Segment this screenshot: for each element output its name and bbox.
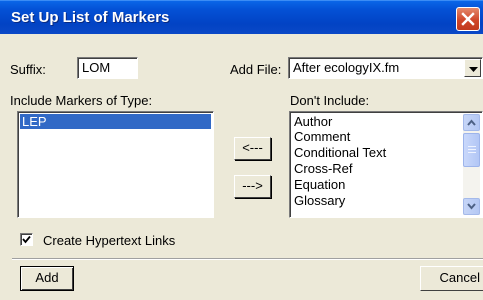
- exclude-listbox[interactable]: Author Comment Conditional Text Cross-Re…: [289, 111, 483, 218]
- close-icon: [461, 12, 475, 26]
- dropdown-button[interactable]: [464, 59, 481, 77]
- add-file-value: After ecologyIX.fm: [293, 60, 400, 75]
- suffix-label: Suffix:: [10, 62, 46, 77]
- cancel-button-label: Cancel: [439, 270, 480, 285]
- list-item[interactable]: Glossary: [292, 193, 345, 208]
- window-title: Set Up List of Markers: [11, 9, 170, 26]
- title-bar[interactable]: Set Up List of Markers: [0, 0, 483, 34]
- list-item[interactable]: Conditional Text: [292, 145, 386, 160]
- scroll-thumb[interactable]: [463, 133, 480, 167]
- hypertext-label: Create Hypertext Links: [43, 233, 176, 248]
- include-label: Include Markers of Type:: [10, 93, 153, 108]
- add-file-dropdown[interactable]: After ecologyIX.fm: [288, 57, 483, 79]
- suffix-input[interactable]: LOM: [77, 57, 138, 79]
- arrow-up-icon: [467, 119, 476, 126]
- scroll-down-button[interactable]: [463, 198, 480, 215]
- move-left-label: <---: [242, 140, 263, 155]
- move-right-button[interactable]: --->: [234, 175, 271, 198]
- move-left-button[interactable]: <---: [234, 137, 271, 160]
- list-item[interactable]: Author: [292, 114, 332, 129]
- arrow-down-icon: [467, 203, 476, 210]
- cancel-button[interactable]: Cancel: [420, 266, 483, 291]
- add-file-label: Add File:: [230, 62, 282, 77]
- hypertext-checkbox[interactable]: [20, 233, 33, 246]
- exclude-label: Don't Include:: [290, 93, 370, 108]
- move-right-label: --->: [242, 178, 263, 193]
- suffix-value: LOM: [82, 60, 111, 75]
- add-button-label: Add: [35, 270, 59, 285]
- check-icon: [22, 235, 31, 244]
- chevron-down-icon: [469, 67, 478, 72]
- list-item[interactable]: Comment: [292, 129, 350, 144]
- list-item[interactable]: Cross-Ref: [292, 161, 353, 176]
- exclude-scrollbar[interactable]: [463, 114, 480, 215]
- scroll-up-button[interactable]: [463, 114, 480, 131]
- add-button[interactable]: Add: [20, 266, 74, 291]
- include-listbox[interactable]: LEP: [17, 111, 214, 218]
- list-item[interactable]: LEP: [20, 114, 211, 129]
- list-item[interactable]: Equation: [292, 177, 345, 192]
- close-button[interactable]: [456, 7, 480, 31]
- divider: [12, 258, 483, 260]
